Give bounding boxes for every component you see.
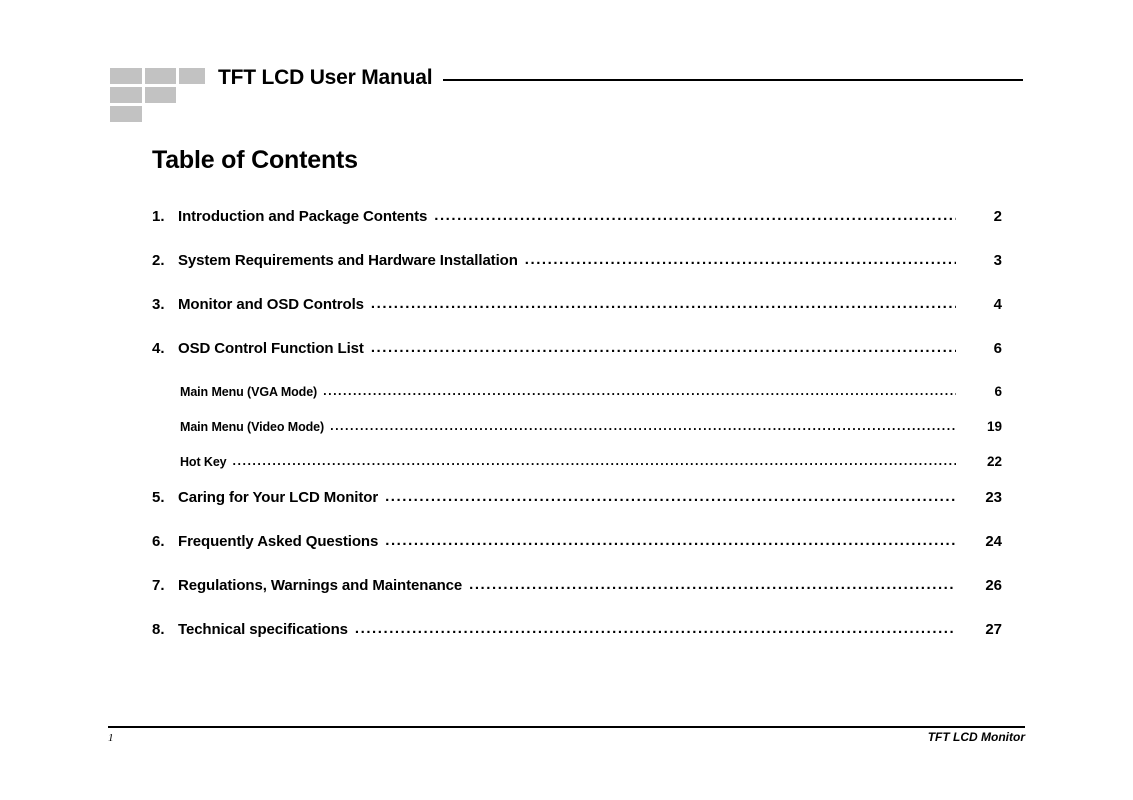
table-of-contents: 1. Introduction and Package Contents.....… xyxy=(152,208,1002,665)
toc-entry[interactable]: 5. Caring for Your LCD Monitor...........… xyxy=(152,489,1002,533)
toc-entry-page-number: 6 xyxy=(994,384,1002,399)
logo-block-icon xyxy=(179,68,205,84)
toc-entry[interactable]: Hot Key.................................… xyxy=(152,454,1002,489)
toc-leader-dots: ........................................… xyxy=(354,621,956,636)
toc-entry[interactable]: 6. Frequently Asked Questions............… xyxy=(152,533,1002,577)
toc-leader-dots: ........................................… xyxy=(232,455,956,468)
document-page: TFT LCD User Manual Table of Contents 1.… xyxy=(0,0,1133,800)
toc-entry[interactable]: Main Menu (Video Mode)..................… xyxy=(152,419,1002,454)
toc-leader-dots: ........................................… xyxy=(323,385,956,398)
brand-logo xyxy=(110,68,205,132)
toc-entry-page-number: 23 xyxy=(985,489,1002,506)
toc-leader-dots: ........................................… xyxy=(370,296,956,311)
toc-leader-dots: ........................................… xyxy=(434,208,956,223)
toc-entry[interactable]: 8. Technical specifications..............… xyxy=(152,621,1002,665)
logo-block-icon xyxy=(110,106,142,122)
toc-entry[interactable]: 1. Introduction and Package Contents.....… xyxy=(152,208,1002,252)
toc-entry[interactable]: Main Menu (VGA Mode)....................… xyxy=(152,384,1002,419)
toc-entry-number: 6. xyxy=(152,533,165,550)
toc-entry-number: 2. xyxy=(152,252,165,269)
toc-entry-page-number: 19 xyxy=(986,419,1002,434)
toc-entry-label[interactable]: Technical specifications xyxy=(178,621,355,638)
toc-entry-label[interactable]: Caring for Your LCD Monitor xyxy=(178,489,385,506)
document-title: TFT LCD User Manual xyxy=(218,66,433,89)
toc-leader-dots: ........................................… xyxy=(385,489,956,504)
toc-entry-label[interactable]: Main Menu (VGA Mode) xyxy=(180,385,323,399)
toc-leader-dots: ........................................… xyxy=(330,420,956,433)
logo-block-icon xyxy=(145,87,176,103)
toc-entry-number: 3. xyxy=(152,296,165,313)
header-divider xyxy=(443,79,1023,81)
footer-page-number: 1 xyxy=(108,732,114,744)
toc-entry-label[interactable]: Introduction and Package Contents xyxy=(178,208,434,225)
toc-entry-label[interactable]: Monitor and OSD Controls xyxy=(178,296,371,313)
toc-leader-dots: ........................................… xyxy=(524,252,956,267)
page-title: Table of Contents xyxy=(152,146,358,174)
toc-entry[interactable]: 3. Monitor and OSD Controls..............… xyxy=(152,296,1002,340)
toc-entry[interactable]: 7. Regulations, Warnings and Maintenance.… xyxy=(152,577,1002,621)
toc-entry-label[interactable]: Main Menu (Video Mode) xyxy=(180,420,330,434)
toc-entry-number: 5. xyxy=(152,489,165,506)
toc-entry[interactable]: 4. OSD Control Function List.............… xyxy=(152,340,1002,384)
toc-entry-page-number: 22 xyxy=(986,454,1002,469)
toc-entry-label[interactable]: Frequently Asked Questions xyxy=(178,533,385,550)
footer-product-name: TFT LCD Monitor xyxy=(927,730,1025,744)
toc-entry-page-number: 3 xyxy=(993,252,1002,269)
toc-entry-label[interactable]: System Requirements and Hardware Install… xyxy=(178,252,525,269)
toc-entry-page-number: 26 xyxy=(985,577,1002,594)
toc-entry-page-number: 27 xyxy=(985,621,1002,638)
toc-entry-label[interactable]: Regulations, Warnings and Maintenance xyxy=(178,577,469,594)
toc-entry-label[interactable]: Hot Key xyxy=(180,455,233,469)
logo-block-icon xyxy=(145,68,176,84)
toc-leader-dots: ........................................… xyxy=(370,340,956,355)
toc-entry-label[interactable]: OSD Control Function List xyxy=(178,340,371,357)
toc-entry-number: 4. xyxy=(152,340,165,357)
toc-entry-page-number: 6 xyxy=(993,340,1002,357)
toc-leader-dots: ........................................… xyxy=(469,577,956,592)
page-header: TFT LCD User Manual xyxy=(0,0,1133,140)
logo-block-icon xyxy=(110,87,142,103)
toc-entry-number: 1. xyxy=(152,208,165,225)
toc-entry-page-number: 24 xyxy=(985,533,1002,550)
page-footer: 1 TFT LCD Monitor xyxy=(108,726,1025,744)
toc-leader-dots: ........................................… xyxy=(385,533,956,548)
toc-entry-number: 8. xyxy=(152,621,165,638)
logo-block-icon xyxy=(110,68,142,84)
toc-entry-page-number: 2 xyxy=(993,208,1002,225)
toc-entry[interactable]: 2. System Requirements and Hardware Insta… xyxy=(152,252,1002,296)
toc-entry-page-number: 4 xyxy=(993,296,1002,313)
toc-entry-number: 7. xyxy=(152,577,165,594)
